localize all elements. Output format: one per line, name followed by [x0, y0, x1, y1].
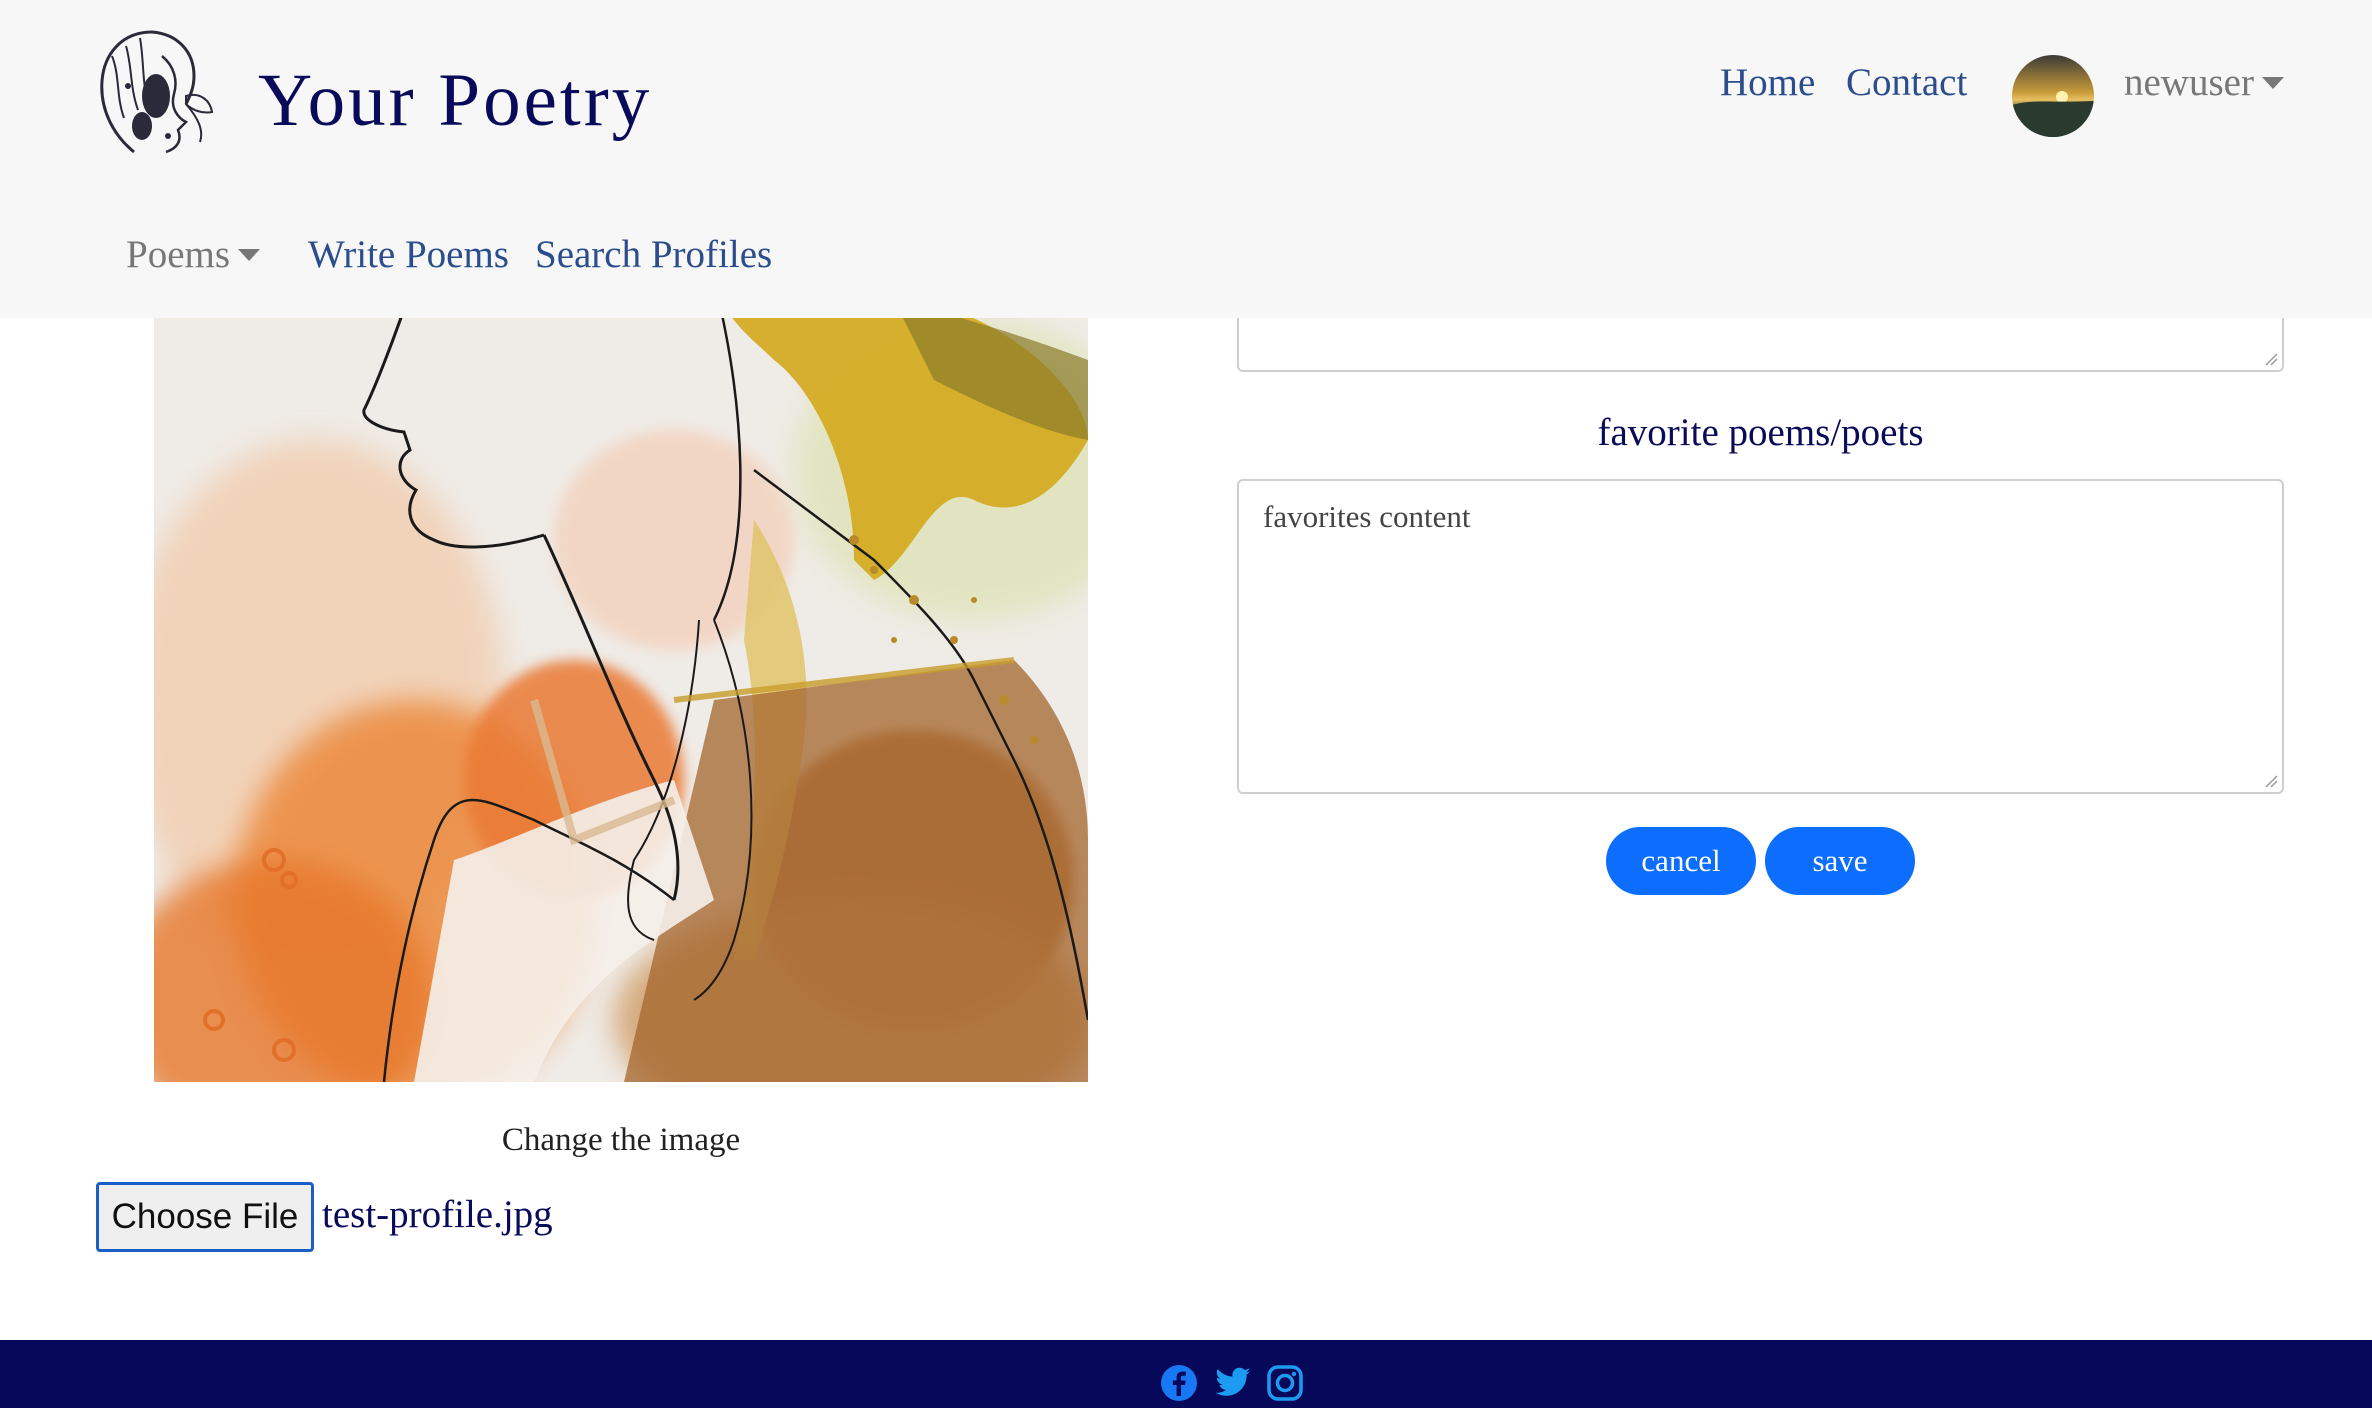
favorites-value: favorites content	[1263, 499, 1471, 534]
resize-grip-icon[interactable]	[2264, 352, 2278, 366]
nav-write-poems[interactable]: Write Poems	[308, 232, 509, 277]
nav-search-profiles[interactable]: Search Profiles	[535, 232, 772, 277]
twitter-icon[interactable]	[1214, 1364, 1252, 1402]
resize-grip-icon[interactable]	[2264, 774, 2278, 788]
poems-label: Poems	[126, 233, 231, 276]
chevron-down-icon	[2261, 77, 2284, 89]
user-name: newuser	[2124, 61, 2254, 104]
favorites-heading: favorite poems/poets	[1597, 411, 1924, 454]
save-button[interactable]: save	[1765, 827, 1915, 895]
choose-file-button[interactable]: Choose File	[96, 1182, 314, 1252]
sunset-avatar[interactable]	[2012, 55, 2094, 137]
poems-dropdown[interactable]: Poems	[126, 232, 261, 277]
change-image-label: Change the image	[501, 1122, 741, 1158]
chevron-down-icon	[238, 249, 261, 261]
navbar: Your Poetry Home Contact newuser Poems W…	[0, 0, 2372, 318]
nav-contact[interactable]: Contact	[1846, 60, 1967, 105]
favorites-textarea[interactable]: favorites content	[1237, 479, 2284, 794]
facebook-icon[interactable]	[1160, 1364, 1198, 1402]
selected-file-name: test-profile.jpg	[322, 1193, 553, 1236]
cancel-button[interactable]: cancel	[1606, 827, 1756, 895]
brand-title[interactable]: Your Poetry	[258, 58, 652, 144]
woman-portrait-logo[interactable]	[82, 26, 222, 162]
user-menu[interactable]: newuser	[2124, 60, 2284, 105]
instagram-icon[interactable]	[1266, 1364, 1304, 1402]
nav-home[interactable]: Home	[1720, 60, 1815, 105]
